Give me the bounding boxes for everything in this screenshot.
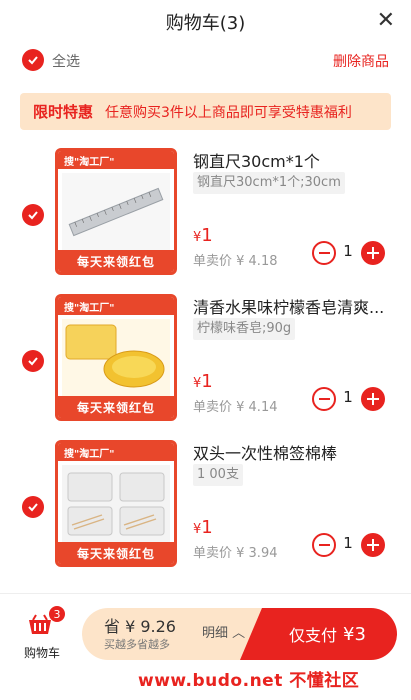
header-bar: 购物车(3) ✕ [0,0,411,44]
delete-items-button[interactable]: 删除商品 [333,51,389,71]
cart-item: 搜"淘工厂" 每天来领红包 清香水果味柠檬香皂清爽... 柠檬味香皂;90g ¥… [0,294,411,434]
unit-price: 单卖价 ¥ 3.94 [193,546,278,561]
watermark: www.budo.net 不懂社区 [138,671,360,691]
coupon-text: 每天来领红包 [76,546,155,561]
plus-icon-vertical [372,247,374,259]
quantity-value[interactable]: 1 [339,388,357,406]
pay-amount: ¥3 [343,623,366,645]
product-spec[interactable]: 钢直尺30cm*1个;30cm [193,172,345,194]
plus-icon-vertical [372,539,374,551]
coupon-bar: 每天来领红包 [58,396,174,418]
coupon-text: 每天来领红包 [76,254,155,269]
minus-icon [318,544,330,546]
brand-text: 搜"淘工厂" [64,448,115,460]
product-name[interactable]: 清香水果味柠檬香皂清爽... [193,294,398,318]
brand-bar: 搜"淘工厂" [58,151,174,169]
product-spec[interactable]: 柠檬味香皂;90g [193,318,296,340]
promo-banner: 限时特惠 任意购买3件以上商品即可享受特惠福利 [20,93,391,130]
decrease-button[interactable] [312,387,336,411]
product-name[interactable]: 双头一次性棉签棉棒 [193,440,398,464]
savings-amount: 省 ¥ 9.26 [104,617,176,636]
promo-message: 任意购买3件以上商品即可享受特惠福利 [105,104,352,121]
cart-item: 搜"淘工厂" 每天来领红包 钢直尺30cm*1个 钢直尺30cm*1个;30cm… [0,148,411,288]
quantity-value[interactable]: 1 [339,242,357,260]
promo-tag: 限时特惠 [33,103,94,121]
coupon-text: 每天来领红包 [76,400,155,415]
select-bar: 全选 删除商品 [0,44,411,78]
cart-count-badge: 3 [49,606,65,622]
brand-text: 搜"淘工厂" [64,302,115,314]
brand-bar: 搜"淘工厂" [58,297,174,315]
pay-button[interactable]: 仅支付 ¥3 [240,608,397,660]
decrease-button[interactable] [312,533,336,557]
cart-button[interactable]: 3 购物车 [20,606,65,660]
increase-button[interactable] [361,241,385,265]
minus-icon [318,398,330,400]
select-all-checkbox[interactable] [22,49,44,71]
ruler-image [62,173,170,251]
cart-label: 购物车 [23,646,60,660]
increase-button[interactable] [361,387,385,411]
brand-text: 搜"淘工厂" [64,156,115,168]
product-image[interactable]: 搜"淘工厂" 每天来领红包 [55,148,177,275]
savings-subtitle: 买越多省越多 [104,638,170,651]
page-title: 购物车(3) [165,13,246,34]
checkout-bar: 3 购物车 省 ¥ 9.26 买越多省越多 明细 ︿ 仅支付 ¥3 [0,593,411,673]
details-toggle[interactable]: 明细 ︿ [202,622,245,641]
increase-button[interactable] [361,533,385,557]
quantity-value[interactable]: 1 [339,534,357,552]
plus-icon-vertical [372,393,374,405]
product-image[interactable]: 搜"淘工厂" 每天来领红包 [55,440,177,567]
product-price: ¥1 [193,371,213,392]
brand-bar: 搜"淘工厂" [58,443,174,461]
minus-icon [318,252,330,254]
soap-image [62,319,170,397]
cart-item: 搜"淘工厂" 每天来领红包 双头一次性棉签棉棒 1 00支 ¥1 单卖价 ¥ 3… [0,440,411,580]
coupon-bar: 每天来领红包 [58,542,174,564]
item-checkbox[interactable] [22,496,44,518]
select-all-label[interactable]: 全选 [52,51,80,71]
cotton-swab-image [62,465,170,543]
decrease-button[interactable] [312,241,336,265]
product-price: ¥1 [193,225,213,246]
unit-price: 单卖价 ¥ 4.18 [193,254,278,269]
close-icon[interactable]: ✕ [377,8,395,34]
item-checkbox[interactable] [22,204,44,226]
product-name[interactable]: 钢直尺30cm*1个 [193,148,398,172]
product-image[interactable]: 搜"淘工厂" 每天来领红包 [55,294,177,421]
unit-price: 单卖价 ¥ 4.14 [193,400,278,415]
item-checkbox[interactable] [22,350,44,372]
product-spec[interactable]: 1 00支 [193,464,243,486]
price-value: 1 [201,371,213,392]
coupon-bar: 每天来领红包 [58,250,174,272]
pay-label: 仅支付 [289,626,338,645]
price-value: 1 [201,517,213,538]
product-price: ¥1 [193,517,213,538]
price-value: 1 [201,225,213,246]
